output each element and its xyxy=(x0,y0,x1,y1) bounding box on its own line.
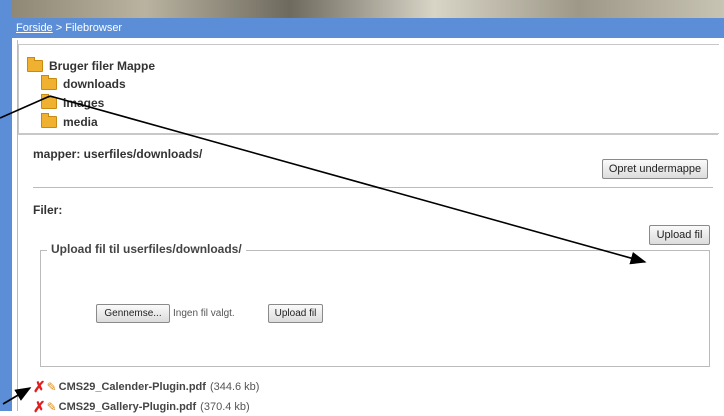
breadcrumb-separator: > xyxy=(55,22,63,34)
upload-file-button[interactable]: Upload fil xyxy=(649,225,710,245)
header-image-strip xyxy=(0,0,724,18)
folder-icon xyxy=(41,94,57,109)
section-divider xyxy=(33,187,713,188)
folder-label: media xyxy=(63,115,98,129)
breadcrumb-current: Filebrowser xyxy=(65,22,123,34)
folder-icon xyxy=(41,75,57,90)
file-item: ✗ ✎ CMS29_Gallery-Plugin.pdf (370.4 kb) xyxy=(33,398,250,416)
delete-x-icon[interactable]: ✗ xyxy=(33,378,46,396)
current-folder-path: mapper: userfiles/downloads/ xyxy=(33,147,203,161)
left-accent-bar xyxy=(0,0,12,411)
folder-tree-root[interactable]: Bruger filer Mappe xyxy=(27,57,156,73)
upload-legend-path: userfiles/downloads/ xyxy=(123,242,242,256)
folder-item-downloads[interactable]: downloads xyxy=(41,75,126,91)
no-file-selected-text: Ingen fil valgt. xyxy=(173,308,235,319)
files-heading: Filer: xyxy=(33,203,63,217)
edit-pencil-icon[interactable]: ✎ xyxy=(47,380,57,394)
browse-file-button[interactable]: Gennemse... xyxy=(96,304,170,323)
folder-icon xyxy=(41,113,57,128)
upload-form: Upload fil til userfiles/downloads/ Genn… xyxy=(40,242,710,367)
folder-details-section: mapper: userfiles/downloads/ Opret under… xyxy=(18,134,718,416)
breadcrumb-home-link[interactable]: Forside xyxy=(16,22,53,34)
folder-icon xyxy=(27,57,43,72)
file-browser-content: Bruger filer Mappe downloads images medi… xyxy=(17,40,724,416)
file-item: ✗ ✎ CMS29_Calender-Plugin.pdf (344.6 kb) xyxy=(33,378,259,396)
create-subfolder-button[interactable]: Opret undermappe xyxy=(602,159,708,179)
file-name[interactable]: CMS29_Calender-Plugin.pdf xyxy=(59,381,206,393)
edit-pencil-icon[interactable]: ✎ xyxy=(47,400,57,414)
folder-label: downloads xyxy=(63,77,126,91)
submit-upload-button[interactable]: Upload fil xyxy=(268,304,323,323)
upload-legend-prefix: Upload fil til xyxy=(51,242,123,256)
file-name[interactable]: CMS29_Gallery-Plugin.pdf xyxy=(59,401,197,413)
breadcrumb: Forside > Filebrowser xyxy=(12,18,724,38)
folder-root-label: Bruger filer Mappe xyxy=(49,59,156,73)
folder-item-images[interactable]: images xyxy=(41,94,105,110)
folder-tree: Bruger filer Mappe downloads images medi… xyxy=(18,44,719,134)
folder-item-media[interactable]: media xyxy=(41,113,98,129)
folder-label: images xyxy=(63,96,105,110)
file-size: (370.4 kb) xyxy=(200,401,250,413)
file-size: (344.6 kb) xyxy=(209,381,260,393)
upload-form-legend: Upload fil til userfiles/downloads/ xyxy=(47,242,246,256)
delete-x-icon[interactable]: ✗ xyxy=(33,398,46,416)
